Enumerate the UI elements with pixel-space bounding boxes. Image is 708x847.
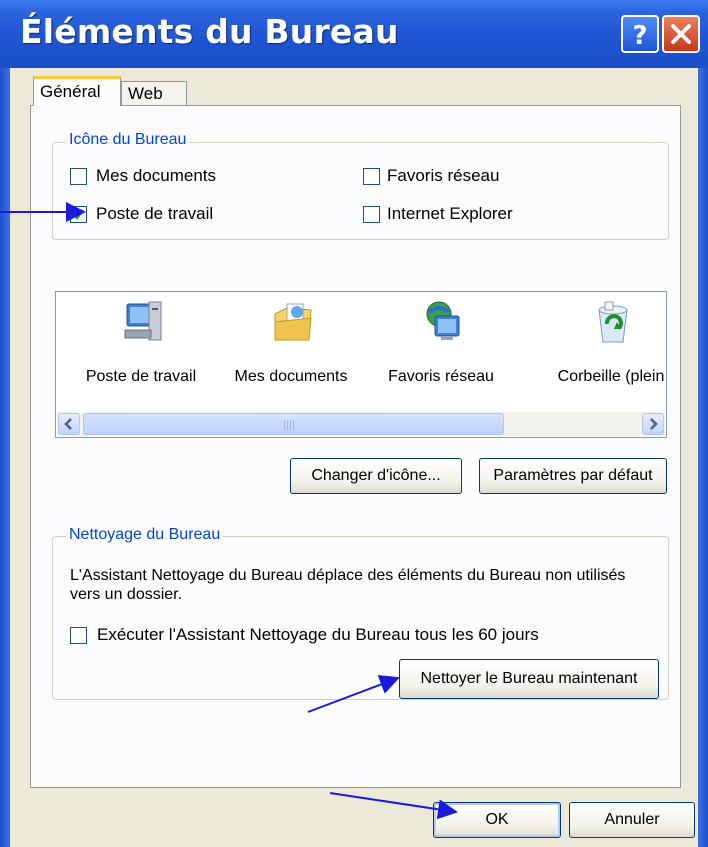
help-button[interactable]: ? [621, 15, 659, 53]
list-item[interactable]: Favoris réseau [366, 300, 516, 390]
chevron-right-icon [650, 418, 658, 430]
list-item-label: Favoris réseau [388, 368, 494, 385]
tab-web[interactable]: Web [121, 81, 187, 105]
network-places-checkbox[interactable] [363, 168, 380, 185]
my-computer-label: Poste de travail [96, 204, 214, 223]
scroll-left-button[interactable] [58, 413, 80, 435]
documents-folder-icon [274, 303, 312, 341]
cancel-button[interactable]: Annuler [569, 802, 695, 838]
desktop-icons-groupbox [52, 142, 669, 240]
chevron-left-icon [64, 418, 72, 430]
run-cleanup-every-60-days-label: Exécuter l'Assistant Nettoyage du Bureau… [97, 625, 539, 644]
window-border-right [698, 68, 708, 847]
network-places-icon [426, 301, 460, 340]
grip-icon [284, 420, 296, 430]
title-bar[interactable]: Éléments du Bureau ? [0, 0, 708, 68]
svg-text:?: ? [632, 21, 647, 51]
list-item[interactable]: Corbeille (plein [536, 300, 666, 390]
network-places-label: Favoris réseau [387, 166, 500, 185]
clean-desktop-now-button[interactable]: Nettoyer le Bureau maintenant [399, 659, 659, 699]
checkmark-icon [72, 209, 85, 221]
list-item-label: Corbeille (plein [557, 368, 665, 385]
list-item-label: Poste de travail [85, 368, 197, 385]
close-button[interactable] [662, 15, 700, 53]
tab-general[interactable]: Général [33, 76, 121, 106]
desktop-icons-legend: Icône du Bureau [66, 131, 190, 149]
window-title: Éléments du Bureau [20, 12, 399, 51]
desktop-icons-list[interactable]: Poste de travail Mes documents Favoris r… [55, 291, 667, 438]
scroll-right-button[interactable] [642, 413, 664, 435]
restore-default-button[interactable]: Paramètres par défaut [479, 458, 667, 494]
desktop-items-dialog: Éléments du Bureau ? Web Général Icône d… [0, 0, 708, 847]
question-mark-icon: ? [632, 21, 647, 51]
window-border-left [0, 68, 10, 847]
recycle-bin-full-icon [598, 301, 628, 343]
internet-explorer-label: Internet Explorer [387, 204, 513, 223]
horizontal-scrollbar[interactable] [57, 412, 665, 436]
my-computer-checkbox[interactable] [70, 206, 87, 223]
list-item[interactable]: Mes documents [216, 300, 366, 390]
computer-icon [124, 301, 162, 341]
list-item[interactable]: Poste de travail [66, 300, 216, 390]
change-icon-button[interactable]: Changer d'icône... [290, 458, 462, 494]
desktop-cleanup-description: L'Assistant Nettoyage du Bureau déplace … [70, 567, 626, 603]
desktop-cleanup-legend: Nettoyage du Bureau [66, 526, 224, 544]
my-documents-checkbox[interactable] [70, 168, 87, 185]
my-documents-label: Mes documents [96, 166, 216, 185]
run-cleanup-every-60-days-checkbox[interactable] [70, 627, 87, 644]
scroll-thumb[interactable] [83, 413, 504, 435]
close-icon [671, 24, 691, 44]
ok-button[interactable]: OK [433, 802, 561, 838]
internet-explorer-checkbox[interactable] [363, 206, 380, 223]
list-item-label: Mes documents [234, 368, 348, 385]
